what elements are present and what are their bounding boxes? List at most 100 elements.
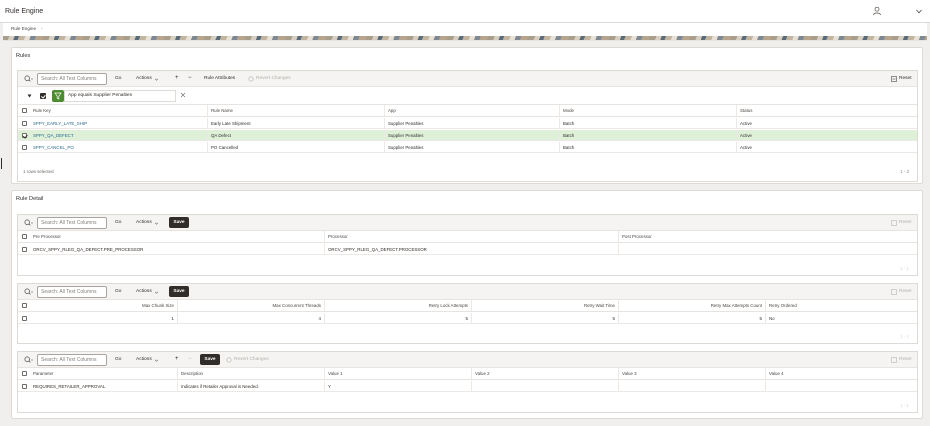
search-input[interactable] <box>37 217 107 229</box>
retry-lock-attempts-cell[interactable]: 5 <box>324 313 471 323</box>
chevron-down-icon[interactable] <box>27 94 32 98</box>
revert-changes-button[interactable]: Revert Changes <box>234 357 269 362</box>
column-header[interactable]: Retry Wait Time <box>471 300 618 311</box>
reset-button[interactable]: Reset <box>899 220 912 225</box>
processor-cell[interactable]: ORCV_SPPY_RLEG_QA_DEFECT.PROCESSOR <box>324 244 618 254</box>
close-icon[interactable] <box>180 92 186 98</box>
user-icon[interactable] <box>872 6 882 16</box>
actions-menu[interactable]: Actions <box>136 357 152 362</box>
rule-key-cell[interactable]: SPPY_EARLY_LATE_SHIP <box>30 118 207 128</box>
chevron-down-icon[interactable] <box>915 8 923 15</box>
search-input[interactable] <box>37 73 107 85</box>
save-button[interactable]: Save <box>169 217 189 228</box>
rule-key-cell[interactable]: SPPY_QA_DEFECT <box>30 130 207 140</box>
splitter-handle[interactable] <box>1 158 2 169</box>
column-header[interactable]: Value 3 <box>618 368 765 379</box>
column-header[interactable]: Retry Ordered <box>765 300 919 311</box>
pagination[interactable]: 1 - 1 <box>900 334 909 339</box>
column-header[interactable]: Retry Lock Attempts <box>324 300 471 311</box>
column-header[interactable]: App <box>384 105 559 116</box>
select-all-checkbox[interactable] <box>22 234 27 239</box>
search-input[interactable] <box>37 286 107 298</box>
go-button[interactable]: Go <box>115 289 121 294</box>
column-header[interactable]: Status <box>736 105 919 116</box>
max-chunk-size-cell[interactable]: 1 <box>30 313 177 323</box>
pagination[interactable]: 1 - 1 <box>900 403 909 408</box>
go-button[interactable]: Go <box>115 220 121 225</box>
reset-button[interactable]: Reset <box>899 289 912 294</box>
retry-ordered-cell[interactable]: No <box>765 313 919 323</box>
parameter-cell[interactable]: REQUIRES_RETAILER_APPROVAL <box>30 381 177 391</box>
go-button[interactable]: Go <box>115 357 121 362</box>
search-icon[interactable] <box>24 288 33 296</box>
column-header[interactable]: Parameter <box>30 368 177 379</box>
status-cell[interactable]: Active <box>736 118 919 128</box>
row-checkbox[interactable] <box>22 133 27 138</box>
table-row[interactable]: SPPY_EARLY_LATE_SHIP Early Late Shipment… <box>18 118 917 129</box>
value4-cell[interactable] <box>765 381 919 391</box>
rule-key-cell[interactable]: SPPY_CANCEL_PO <box>30 142 207 152</box>
app-cell[interactable]: Supplier Penalties <box>384 130 559 140</box>
app-cell[interactable]: Supplier Penalties <box>384 142 559 152</box>
add-row-button[interactable]: + <box>175 75 179 81</box>
delete-row-button[interactable]: − <box>188 356 192 362</box>
column-header[interactable]: Mode <box>559 105 736 116</box>
rule-attributes-button[interactable]: Rule Attributes <box>204 76 235 81</box>
mode-cell[interactable]: Batch <box>559 118 736 128</box>
app-cell[interactable]: Supplier Penalties <box>384 118 559 128</box>
column-header[interactable]: Value 2 <box>471 368 618 379</box>
reset-button[interactable]: Reset <box>899 76 912 81</box>
filter-enable-checkbox[interactable] <box>40 93 46 99</box>
table-row[interactable]: 1 4 5 5 5 No <box>18 313 917 324</box>
column-header[interactable]: Processor <box>324 231 618 242</box>
reset-button[interactable]: Reset <box>899 357 912 362</box>
row-checkbox[interactable] <box>22 384 27 389</box>
retry-max-attempts-cell[interactable]: 5 <box>618 313 765 323</box>
value1-cell[interactable]: Y <box>324 381 471 391</box>
value2-cell[interactable] <box>471 381 618 391</box>
column-header[interactable]: Rule Name <box>207 105 384 116</box>
filter-chip[interactable]: App equals Supplier Penalties <box>64 90 176 102</box>
rule-name-cell[interactable]: Early Late Shipment <box>207 118 384 128</box>
row-checkbox[interactable] <box>22 145 27 150</box>
select-all-checkbox[interactable] <box>22 108 27 113</box>
column-header[interactable]: Value 4 <box>765 368 919 379</box>
search-input[interactable] <box>37 354 107 366</box>
table-row[interactable]: SPPY_CANCEL_PO PO Cancelled Supplier Pen… <box>18 142 917 153</box>
mode-cell[interactable]: Batch <box>559 142 736 152</box>
save-button[interactable]: Save <box>169 286 189 297</box>
table-row[interactable]: ORCV_SPPY_RLEG_QA_DEFECT.PRE_PROCESSOR O… <box>18 244 917 255</box>
pre-processor-cell[interactable]: ORCV_SPPY_RLEG_QA_DEFECT.PRE_PROCESSOR <box>30 244 324 254</box>
column-header[interactable]: Pre Processor <box>30 231 324 242</box>
actions-menu[interactable]: Actions <box>136 76 152 81</box>
row-checkbox[interactable] <box>22 316 27 321</box>
search-icon[interactable] <box>24 356 33 364</box>
rule-name-cell[interactable]: PO Cancelled <box>207 142 384 152</box>
actions-menu[interactable]: Actions <box>136 220 152 225</box>
post-processor-cell[interactable] <box>618 244 919 254</box>
row-checkbox[interactable] <box>22 121 27 126</box>
search-icon[interactable] <box>24 219 33 227</box>
table-row[interactable]: REQUIRES_RETAILER_APPROVAL Indicates if … <box>18 381 917 392</box>
mode-cell[interactable]: Batch <box>559 130 736 140</box>
status-cell[interactable]: Active <box>736 130 919 140</box>
select-all-checkbox[interactable] <box>22 371 27 376</box>
pagination[interactable]: 1 - 3 <box>900 169 909 174</box>
column-header[interactable]: Max Concurrent Threads <box>177 300 324 311</box>
column-header[interactable]: Description <box>177 368 324 379</box>
retry-wait-time-cell[interactable]: 5 <box>471 313 618 323</box>
description-cell[interactable]: Indicates if Retailer Approval is Needed… <box>177 381 324 391</box>
actions-menu[interactable]: Actions <box>136 289 152 294</box>
delete-row-button[interactable]: − <box>188 75 192 81</box>
column-header[interactable]: Value 1 <box>324 368 471 379</box>
select-all-checkbox[interactable] <box>22 303 27 308</box>
column-header[interactable]: Post Processor <box>618 231 919 242</box>
max-concurrent-threads-cell[interactable]: 4 <box>177 313 324 323</box>
go-button[interactable]: Go <box>115 76 121 81</box>
column-header[interactable]: Retry Max Attempts Count <box>618 300 765 311</box>
column-header[interactable]: Max Chunk Size <box>30 300 177 311</box>
add-row-button[interactable]: + <box>175 356 179 362</box>
rule-name-cell[interactable]: QA Defect <box>207 130 384 140</box>
pagination[interactable]: 1 - 1 <box>900 266 909 271</box>
search-icon[interactable] <box>24 75 33 83</box>
